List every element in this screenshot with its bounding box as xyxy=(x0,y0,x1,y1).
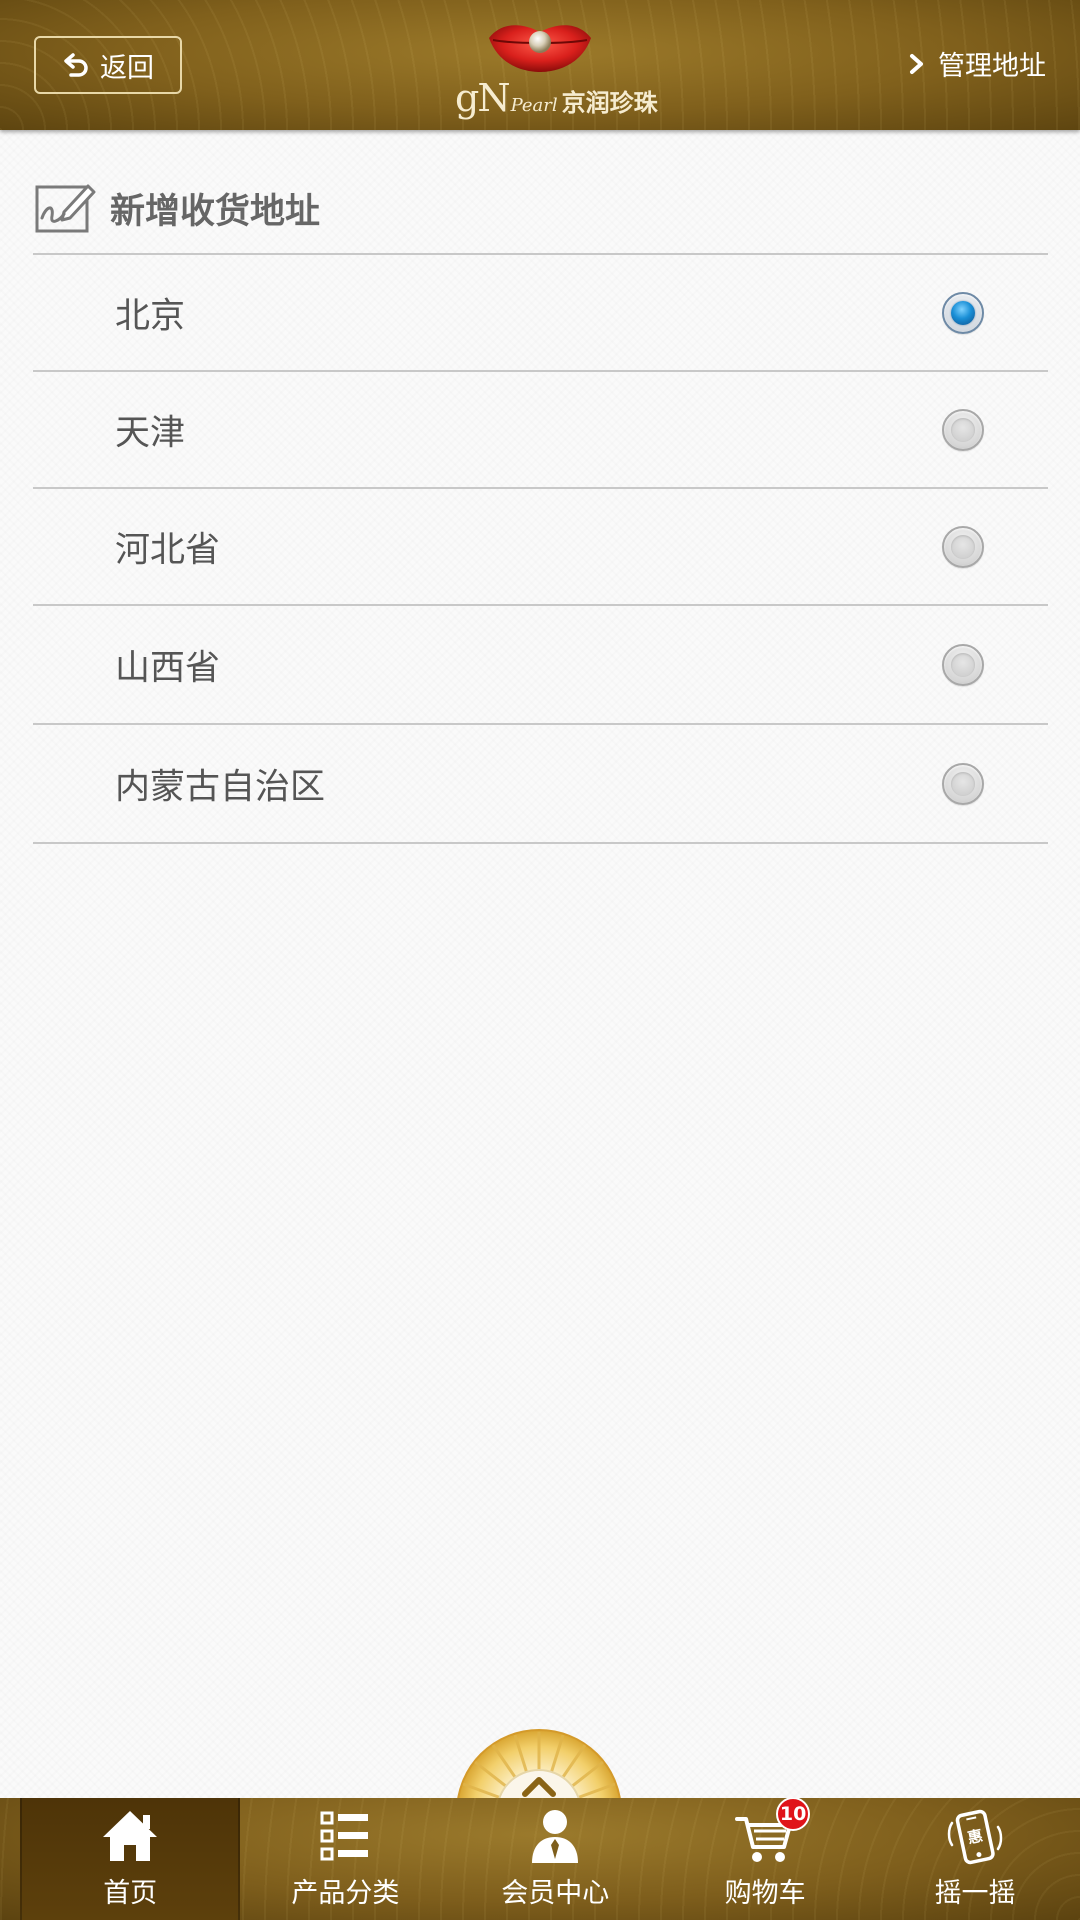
tab-cart[interactable]: 10 购物车 xyxy=(660,1798,870,1920)
region-label: 山西省 xyxy=(115,648,221,688)
region-item-beijing[interactable]: 北京 xyxy=(33,255,1048,372)
region-list: 北京 天津 河北省 山西省 内蒙古自治区 xyxy=(33,253,1048,844)
tab-label: 摇一摇 xyxy=(934,1878,1016,1909)
manage-address-label: 管理地址 xyxy=(938,51,1046,82)
region-label: 天津 xyxy=(115,413,186,453)
bottom-tab-bar: 首页 产品分类 会员中心 10 购物车 惠 摇一摇 xyxy=(0,1798,1080,1920)
page-title: 新增收货地址 xyxy=(110,191,321,232)
region-item-hebei[interactable]: 河北省 xyxy=(33,489,1048,606)
brand-wordmark: gN Pearl 京润珍珠 xyxy=(455,76,658,120)
edit-note-icon xyxy=(35,184,96,233)
shake-badge-text: 惠 xyxy=(966,1827,984,1848)
region-radio[interactable] xyxy=(942,762,984,805)
back-arrow-icon xyxy=(64,53,88,77)
region-item-shanxi[interactable]: 山西省 xyxy=(33,606,1048,725)
region-radio[interactable] xyxy=(942,525,984,568)
section-heading: 新增收货地址 xyxy=(34,178,320,238)
cart-icon-wrap: 10 xyxy=(734,1798,811,1867)
region-radio[interactable] xyxy=(942,408,984,451)
region-radio[interactable] xyxy=(942,643,984,686)
back-button[interactable]: 返回 xyxy=(34,36,182,94)
manage-address-link[interactable]: 管理地址 xyxy=(908,44,1046,83)
user-icon xyxy=(532,1810,579,1863)
brand-logo: gN Pearl 京润珍珠 xyxy=(440,18,658,120)
region-label: 内蒙古自治区 xyxy=(115,767,326,807)
header-bar: 返回 gN Pearl 京润珍珠 管理地址 xyxy=(0,0,1080,130)
list-icon xyxy=(320,1811,369,1861)
region-item-tianjin[interactable]: 天津 xyxy=(33,372,1048,489)
region-item-inner-mongolia[interactable]: 内蒙古自治区 xyxy=(33,725,1048,844)
tab-label: 会员中心 xyxy=(501,1878,610,1909)
tab-label: 产品分类 xyxy=(291,1878,400,1909)
region-radio-selected[interactable] xyxy=(942,291,984,334)
tab-shake[interactable]: 惠 摇一摇 xyxy=(870,1798,1080,1920)
lips-pearl-logo-icon xyxy=(489,25,591,72)
home-icon xyxy=(103,1811,158,1861)
shake-phone-icon: 惠 xyxy=(947,1809,1003,1865)
cart-count-badge: 10 xyxy=(776,1798,811,1831)
tab-label: 首页 xyxy=(103,1878,158,1909)
region-label: 河北省 xyxy=(115,530,221,570)
tab-label: 购物车 xyxy=(724,1878,806,1909)
tab-home[interactable]: 首页 xyxy=(20,1798,241,1920)
tab-member-center[interactable]: 会员中心 xyxy=(450,1798,660,1920)
region-label: 北京 xyxy=(115,296,186,336)
back-label: 返回 xyxy=(100,52,154,84)
tab-categories[interactable]: 产品分类 xyxy=(240,1798,450,1920)
chevron-right-icon xyxy=(910,53,923,74)
